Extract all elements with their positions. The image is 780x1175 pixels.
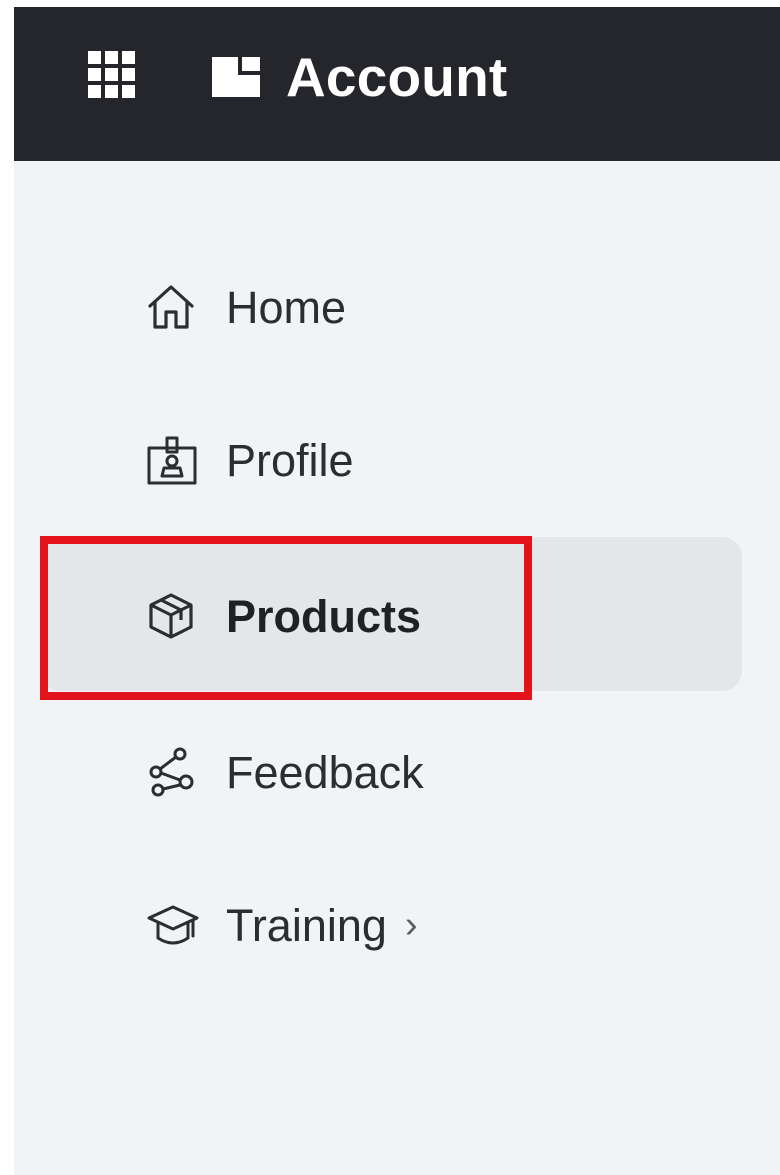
sidebar-item-label: Home	[226, 281, 347, 333]
sidebar-item-label: Profile	[226, 434, 354, 486]
apps-launcher-button[interactable]	[82, 45, 142, 105]
sidebar-item-feedback[interactable]: Feedback	[146, 737, 424, 807]
brand-logo-icon	[212, 57, 260, 97]
sidebar-item-training[interactable]: Training ›	[146, 890, 418, 960]
chevron-right-icon: ›	[404, 904, 418, 946]
sidebar-item-label: Training	[226, 899, 387, 951]
sidebar-item-home[interactable]: Home	[146, 272, 346, 342]
grid-apps-icon	[88, 51, 135, 98]
home-icon	[146, 279, 202, 335]
profile-badge-icon	[146, 432, 202, 488]
account-sidebar-frame: Account Home Profile Products Feedback T…	[14, 7, 780, 1175]
sidebar-item-label: Products	[226, 590, 422, 642]
sidebar-item-label: Feedback	[226, 746, 424, 798]
sidebar-item-profile[interactable]: Profile	[146, 425, 354, 495]
page-title: Account	[286, 45, 508, 108]
feedback-nodes-icon	[146, 744, 202, 800]
box-icon	[146, 588, 202, 644]
graduation-cap-icon	[146, 897, 202, 953]
sidebar-item-products[interactable]: Products	[146, 581, 421, 651]
brand[interactable]: Account	[210, 37, 507, 117]
top-bar: Account	[14, 7, 780, 161]
